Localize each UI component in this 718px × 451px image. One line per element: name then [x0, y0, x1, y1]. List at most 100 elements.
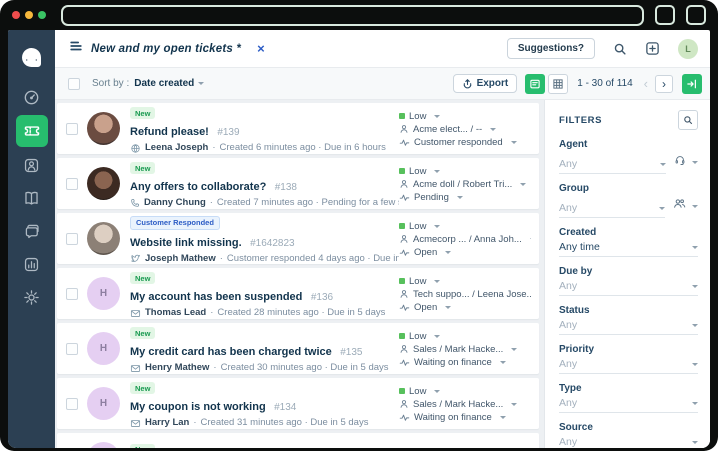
close-window-button[interactable] — [12, 11, 20, 19]
ticket-title[interactable]: Any offers to collaborate? — [130, 181, 266, 193]
assignee-icon — [399, 289, 409, 299]
priority-dropdown[interactable]: Low — [399, 221, 531, 232]
filter-dropdown[interactable]: Any — [559, 436, 698, 448]
assignee-value: Sales / Mark Hacke... — [413, 343, 504, 355]
ticket-row[interactable]: Customer Responded Website link missing.… — [57, 213, 539, 264]
maximize-window-button[interactable] — [38, 11, 46, 19]
priority-dropdown[interactable]: Low — [399, 111, 531, 122]
assignee-dropdown[interactable]: Sales / Mark Hacke... — [399, 344, 531, 355]
select-all-checkbox[interactable] — [68, 77, 80, 90]
ticket-row[interactable]: H New Size issue :/ #133 Low Return — [57, 433, 539, 448]
browser-action-button[interactable] — [655, 5, 675, 25]
assignee-icon — [399, 124, 409, 134]
filter-dropdown[interactable]: Any — [559, 202, 665, 218]
priority-color-icon — [399, 113, 405, 119]
sort-dropdown[interactable]: Date created — [134, 78, 205, 89]
priority-dropdown[interactable]: Low — [399, 166, 531, 177]
status-dropdown[interactable]: Waiting on finance — [399, 357, 531, 368]
sidebar-item-reports[interactable] — [16, 249, 48, 279]
ticket-title[interactable]: My account has been suspended — [130, 291, 302, 303]
suggestions-button[interactable]: Suggestions? — [506, 38, 595, 59]
sidebar-item-solutions[interactable] — [16, 183, 48, 213]
filter-side-toggle[interactable] — [674, 153, 698, 174]
caret-down-icon — [434, 389, 441, 393]
ticket-checkbox[interactable] — [66, 122, 78, 135]
contact-name[interactable]: Joseph Mathew — [145, 253, 216, 265]
sidebar-item-dashboard[interactable] — [16, 82, 48, 112]
priority-dropdown[interactable]: Low — [399, 386, 531, 397]
filter-dropdown[interactable]: Any — [559, 319, 698, 335]
filter-group-priority: Priority Any — [559, 344, 698, 374]
ticket-row[interactable]: New Any offers to collaborate? #138 Dann… — [57, 158, 539, 209]
gear-icon — [23, 289, 40, 306]
ticket-title[interactable]: Refund please! — [130, 126, 209, 138]
ticket-checkbox[interactable] — [66, 232, 78, 245]
sidebar-item-forums[interactable] — [16, 216, 48, 246]
status-dropdown[interactable]: Customer responded — [399, 137, 531, 148]
ticket-checkbox[interactable] — [66, 287, 78, 300]
contact-name[interactable]: Danny Chung — [144, 197, 206, 209]
ticket-title[interactable]: My credit card has been charged twice — [130, 346, 332, 358]
filter-dropdown[interactable]: Any — [559, 280, 698, 296]
assignee-dropdown[interactable]: Acme elect... / -- — [399, 124, 531, 135]
ticket-meta: Created 31 minutes ago · Due in 5 days — [200, 417, 369, 429]
sort-by-label: Sort by : — [92, 78, 130, 89]
ticket-checkbox[interactable] — [66, 342, 78, 355]
contact-name[interactable]: Thomas Lead — [145, 307, 206, 319]
ticket-views-icon[interactable] — [69, 39, 83, 58]
contact-name[interactable]: Leena Joseph — [145, 142, 208, 154]
browser-menu-button[interactable] — [686, 5, 706, 25]
filter-side-toggle[interactable] — [673, 197, 698, 218]
filter-label: Agent — [559, 139, 588, 150]
caret-down-icon — [499, 415, 506, 419]
search-icon[interactable] — [613, 42, 627, 56]
assignee-dropdown[interactable]: Acme doll / Robert Tri... — [399, 179, 531, 190]
priority-dropdown[interactable]: Low — [399, 276, 531, 287]
filter-dropdown[interactable]: Any time — [559, 241, 698, 257]
ticket-row[interactable]: New Refund please! #139 Leena Joseph · C… — [57, 103, 539, 154]
ticket-title[interactable]: My coupon is not working — [130, 401, 266, 413]
prev-page-button[interactable]: ‹ — [640, 76, 652, 91]
card-view-button[interactable] — [525, 73, 546, 94]
contact-name[interactable]: Henry Mathew — [145, 362, 209, 374]
new-ticket-icon[interactable] — [645, 41, 660, 56]
user-avatar[interactable]: L — [678, 38, 698, 59]
next-page-button[interactable]: › — [655, 74, 673, 93]
assignee-dropdown[interactable]: Acmecorp ... / Anna Joh... — [399, 234, 531, 245]
filter-value: Any — [559, 319, 578, 331]
freshdesk-logo-icon[interactable] — [16, 40, 48, 74]
url-bar[interactable] — [61, 4, 644, 26]
status-dropdown[interactable]: Open — [399, 247, 531, 258]
sidebar-item-contacts[interactable] — [16, 150, 48, 180]
assignee-dropdown[interactable]: Tech suppo... / Leena Jose... — [399, 289, 531, 300]
export-button[interactable]: Export — [452, 74, 518, 93]
status-dropdown[interactable]: Pending — [399, 192, 531, 203]
status-dropdown[interactable]: Open — [399, 302, 531, 313]
status-dropdown[interactable]: Waiting on finance — [399, 412, 531, 423]
assignee-dropdown[interactable]: Sales / Mark Hacke... — [399, 399, 531, 410]
filter-group-status: Status Any — [559, 305, 698, 335]
ticket-checkbox[interactable] — [66, 397, 78, 410]
table-view-button[interactable] — [548, 73, 569, 94]
filter-search-button[interactable] — [678, 110, 698, 130]
meta-separator: · — [209, 197, 213, 209]
priority-value: Low — [409, 330, 427, 342]
minimize-window-button[interactable] — [25, 11, 33, 19]
collapse-filters-button[interactable] — [682, 73, 702, 94]
caret-down-icon — [692, 204, 698, 208]
sidebar-item-tickets[interactable] — [15, 115, 48, 147]
ticket-title[interactable]: Website link missing. — [130, 237, 242, 249]
priority-dropdown[interactable]: Low — [399, 331, 531, 342]
priority-color-icon — [399, 168, 405, 174]
filter-dropdown[interactable]: Any — [559, 358, 698, 374]
filter-dropdown[interactable]: Any — [559, 158, 666, 174]
contact-name[interactable]: Harry Lan — [145, 417, 189, 429]
ticket-row[interactable]: H New My account has been suspended #136… — [57, 268, 539, 319]
filter-dropdown[interactable]: Any — [559, 397, 698, 413]
ticket-row[interactable]: H New My credit card has been charged tw… — [57, 323, 539, 374]
priority-dropdown[interactable]: Low — [399, 447, 531, 448]
ticket-row[interactable]: H New My coupon is not working #134 Harr… — [57, 378, 539, 429]
close-view-icon[interactable]: × — [257, 42, 265, 55]
sidebar-item-settings[interactable] — [16, 282, 48, 312]
ticket-checkbox[interactable] — [66, 177, 78, 190]
